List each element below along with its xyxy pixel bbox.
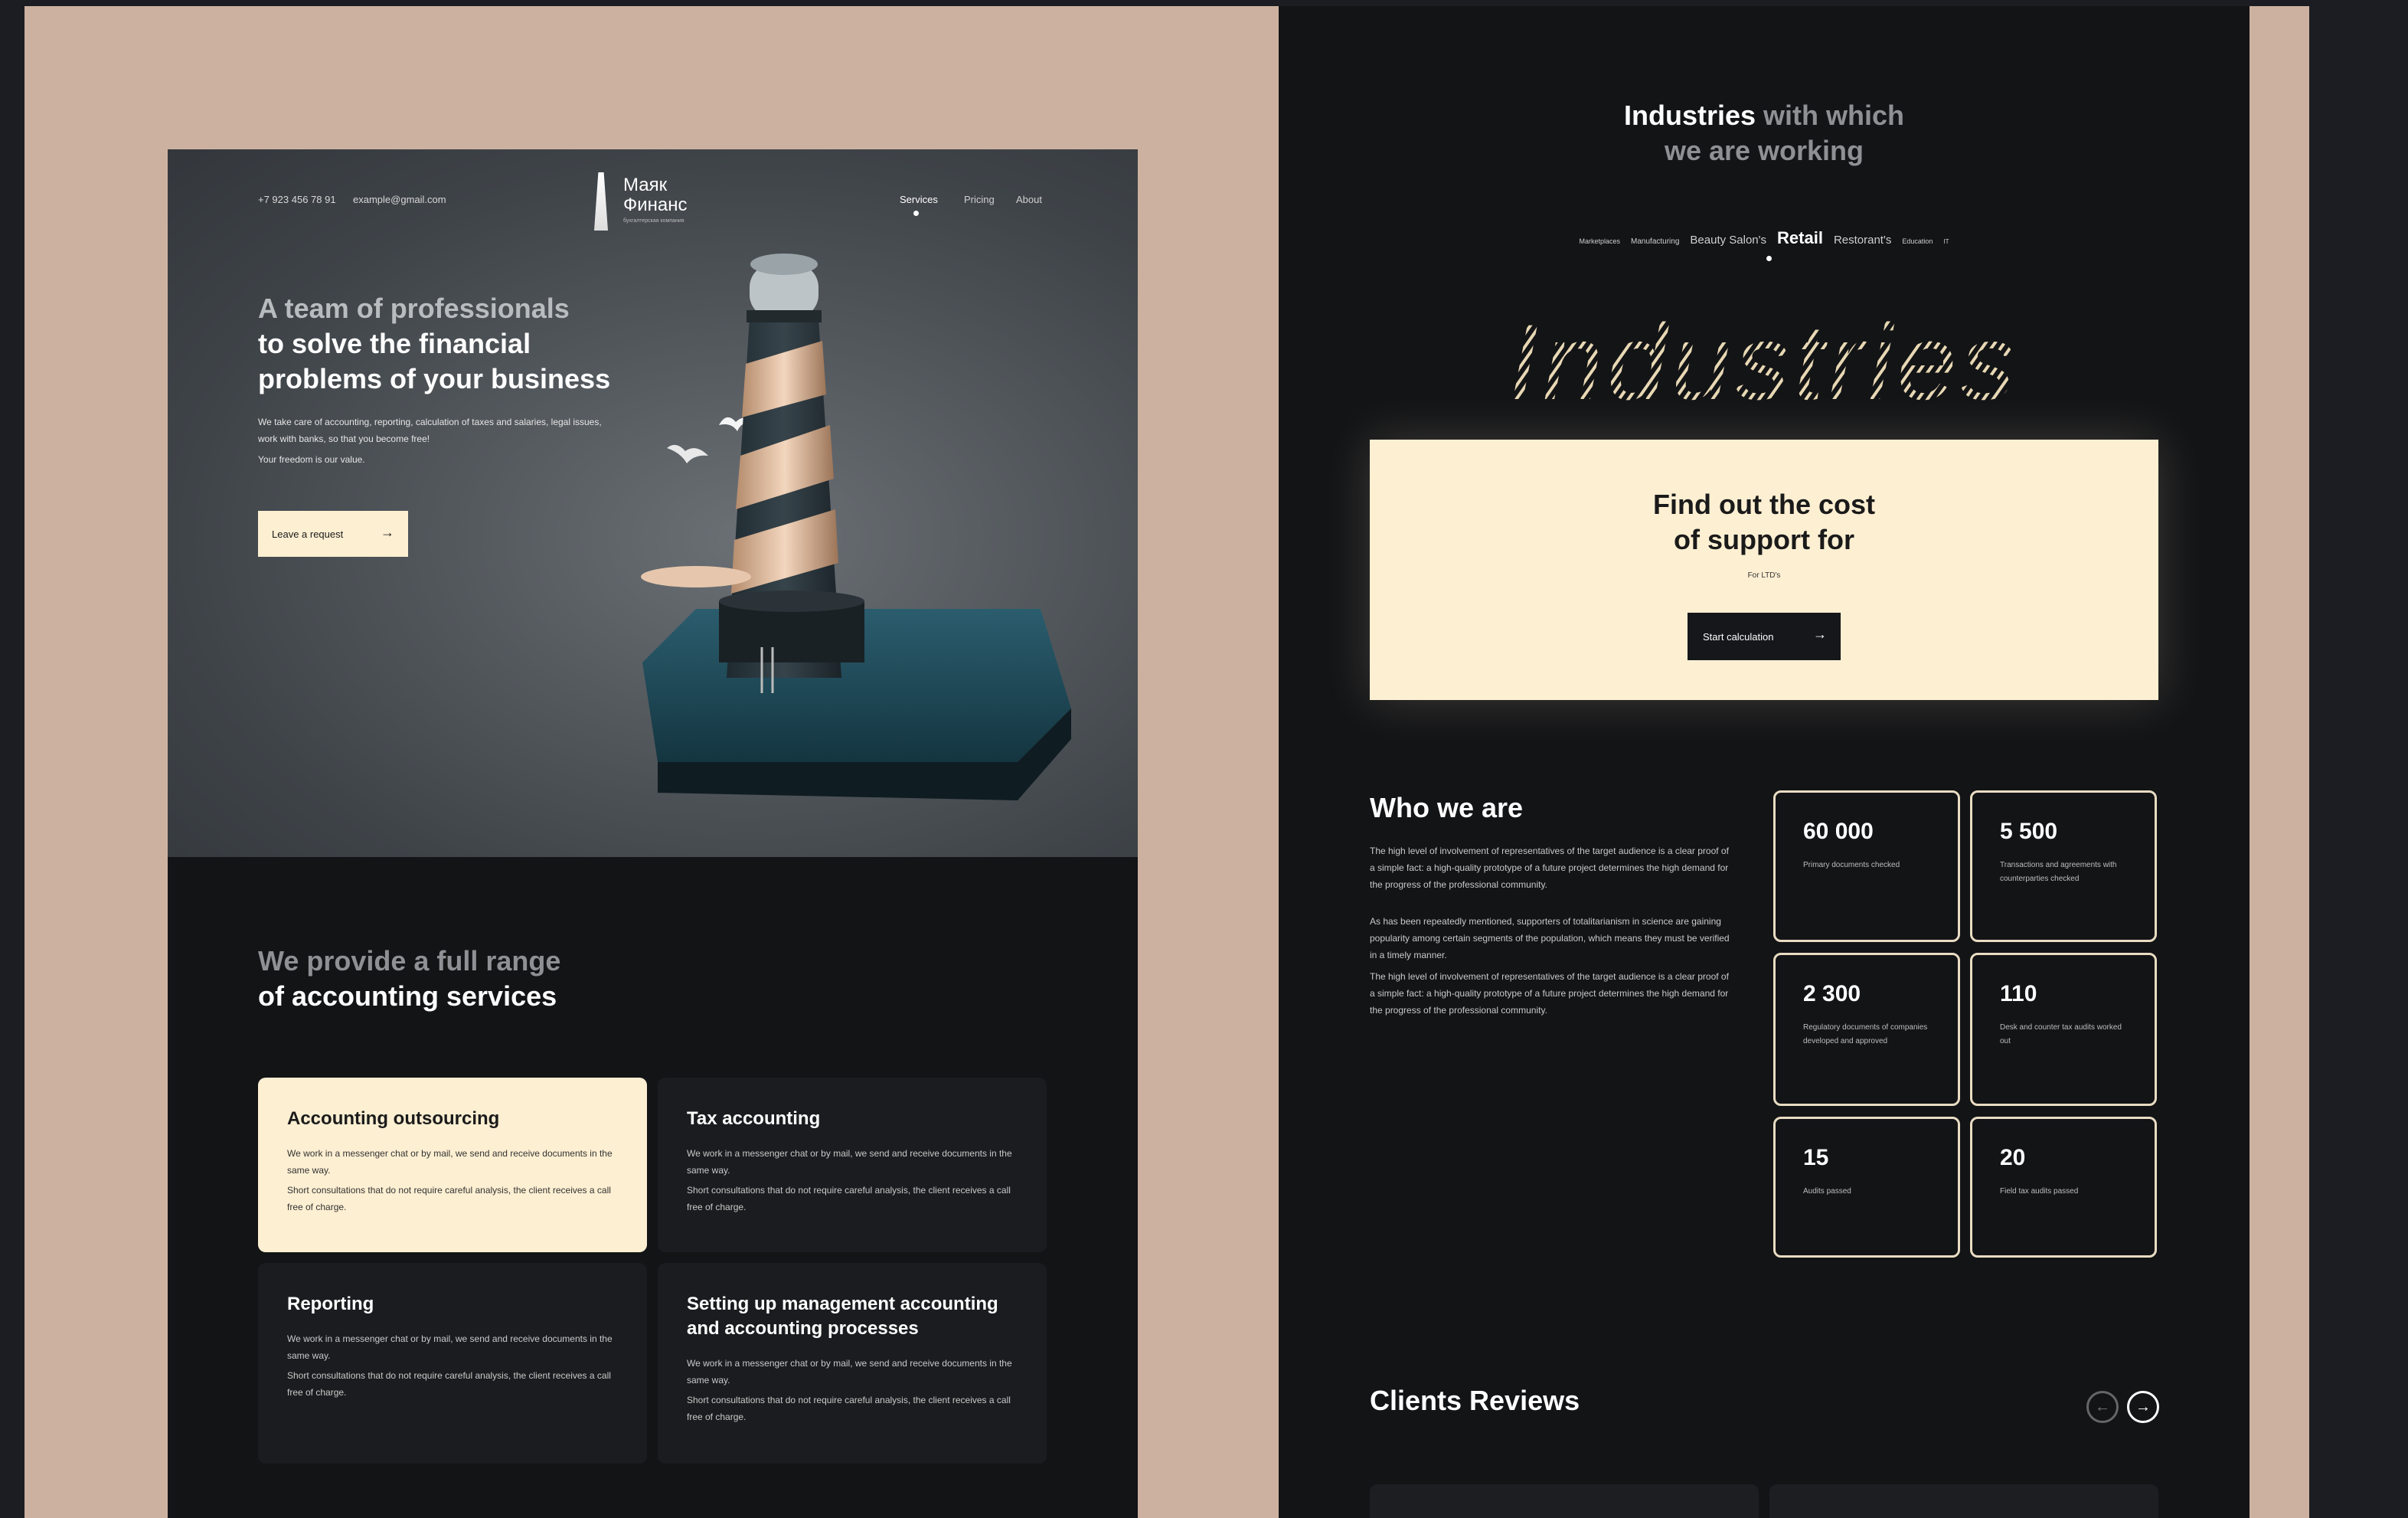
stat-card: 2 300 Regulatory documents of companies … <box>1773 953 1960 1106</box>
who-paragraph-2: As has been repeatedly mentioned, suppor… <box>1370 916 1730 960</box>
stat-number: 2 300 <box>1803 981 1861 1006</box>
service-card-accounting-outsourcing[interactable]: Accounting outsourcing We work in a mess… <box>258 1078 647 1252</box>
stat-number: 15 <box>1803 1145 1829 1170</box>
stat-card: 20 Field tax audits passed <box>1970 1117 2157 1258</box>
header-phone[interactable]: +7 923 456 78 91 <box>258 194 336 205</box>
stat-label: Audits passed <box>1803 1187 1851 1196</box>
stat-label: Desk and counter tax audits worked out <box>2000 1023 2122 1045</box>
reviews-next-button[interactable]: → <box>2127 1391 2159 1423</box>
review-card[interactable] <box>1370 1484 1759 1518</box>
clients-reviews-title: Clients Reviews <box>1370 1385 1580 1416</box>
lighthouse-logo-icon <box>594 172 608 231</box>
tab-beauty-salons[interactable]: Beauty Salon's <box>1690 234 1766 247</box>
cost-calculator-banner: Find out the cost of support for For LTD… <box>1370 440 2158 700</box>
arrow-right-icon: → <box>1813 627 1827 642</box>
card-text-2: Short consultations that do not require … <box>287 1370 611 1398</box>
stat-label: Field tax audits passed <box>2000 1187 2079 1196</box>
who-paragraph-1: The high level of involvement of represe… <box>1370 846 1729 890</box>
who-paragraph-3: The high level of involvement of represe… <box>1370 971 1729 1016</box>
services-heading: We provide a full range of accounting se… <box>258 945 561 1012</box>
logo[interactable]: Маяк Финанс бухгалтерская компания <box>585 168 707 237</box>
stat-label: Transactions and agreements with counter… <box>2000 861 2117 883</box>
service-card-tax-accounting[interactable]: Tax accounting We work in a messenger ch… <box>658 1078 1047 1252</box>
stat-card: 5 500 Transactions and agreements with c… <box>1970 790 2157 942</box>
nav-active-indicator <box>913 211 919 216</box>
hero-section: +7 923 456 78 91 example@gmail.com Маяк Ф… <box>168 149 1138 857</box>
arrow-right-icon: → <box>381 525 394 540</box>
tab-manufacturing[interactable]: Manufacturing <box>1631 237 1679 246</box>
nav-services[interactable]: Services <box>900 194 938 205</box>
industries-decorative-word: Industries <box>1509 309 2020 416</box>
card-title: Reporting <box>287 1294 374 1314</box>
who-we-are-title: Who we are <box>1370 792 1524 823</box>
stat-number: 20 <box>2000 1145 2026 1170</box>
lighthouse-illustration <box>641 254 1071 800</box>
card-title: Tax accounting <box>687 1108 821 1129</box>
landing-page-right: Industries with which we are working Mar… <box>1279 6 2250 1518</box>
logo-name: Маяк Финанс <box>623 175 688 215</box>
stat-card: 15 Audits passed <box>1773 1117 1960 1258</box>
stat-card: 110 Desk and counter tax audits worked o… <box>1970 953 2157 1106</box>
hero-paragraph: We take care of accounting, reporting, c… <box>258 417 602 444</box>
card-text-2: Short consultations that do not require … <box>287 1185 611 1212</box>
service-card-management-accounting[interactable]: Setting up management accounting and acc… <box>658 1263 1047 1464</box>
stat-number: 5 500 <box>2000 819 2058 844</box>
arrow-left-icon: ← <box>2095 1398 2110 1415</box>
card-title: Accounting outsourcing <box>287 1108 500 1129</box>
stat-label: Regulatory documents of companies develo… <box>1803 1023 1928 1045</box>
cost-title: Find out the cost of support for <box>1653 489 1875 555</box>
card-text: We work in a messenger chat or by mail, … <box>687 1358 1012 1386</box>
stat-card: 60 000 Primary documents checked <box>1773 790 1960 942</box>
tab-retail[interactable]: Retail <box>1777 228 1823 248</box>
workspace-canvas: +7 923 456 78 91 example@gmail.com Маяк Ф… <box>0 0 2408 1518</box>
arrow-right-icon: → <box>2135 1398 2151 1415</box>
start-calculation-button[interactable]: Start calculation → <box>1688 613 1841 660</box>
header-email[interactable]: example@gmail.com <box>353 194 446 205</box>
industries-word-text: Industries <box>1509 309 2020 416</box>
card-text: We work in a messenger chat or by mail, … <box>687 1148 1012 1176</box>
tab-education[interactable]: Education <box>1902 237 1933 245</box>
cost-subtitle: For LTD's <box>1747 571 1781 580</box>
card-text: We work in a messenger chat or by mail, … <box>287 1148 613 1176</box>
stat-number: 110 <box>2000 981 2037 1006</box>
tab-active-indicator <box>1766 256 1772 261</box>
tab-it[interactable]: IT <box>1943 238 1949 245</box>
card-title: Setting up management accounting and acc… <box>687 1294 998 1339</box>
service-card-reporting[interactable]: Reporting We work in a messenger chat or… <box>258 1263 647 1464</box>
card-text: We work in a messenger chat or by mail, … <box>287 1333 613 1361</box>
review-card[interactable] <box>1769 1484 2158 1518</box>
stat-number: 60 000 <box>1803 819 1874 844</box>
right-frame-background <box>2250 6 2309 1518</box>
reviews-prev-button[interactable]: ← <box>2086 1391 2119 1423</box>
hero-paragraph-2: Your freedom is our value. <box>258 454 365 465</box>
landing-page-left: +7 923 456 78 91 example@gmail.com Маяк Ф… <box>168 149 1138 1518</box>
leave-request-button[interactable]: Leave a request → <box>258 511 408 557</box>
industries-tabs: Marketplaces Manufacturing Beauty Salon'… <box>1279 228 2250 248</box>
logo-tagline: бухгалтерская компания <box>623 218 684 224</box>
tab-restorants[interactable]: Restorant's <box>1834 234 1891 247</box>
nav-pricing[interactable]: Pricing <box>964 194 995 205</box>
industries-heading: Industries with which we are working <box>1623 100 1905 166</box>
nav-about[interactable]: About <box>1016 194 1042 205</box>
card-text-2: Short consultations that do not require … <box>687 1395 1011 1422</box>
stat-label: Primary documents checked <box>1803 861 1900 869</box>
card-text-2: Short consultations that do not require … <box>687 1185 1011 1212</box>
tab-marketplaces[interactable]: Marketplaces <box>1580 237 1621 245</box>
